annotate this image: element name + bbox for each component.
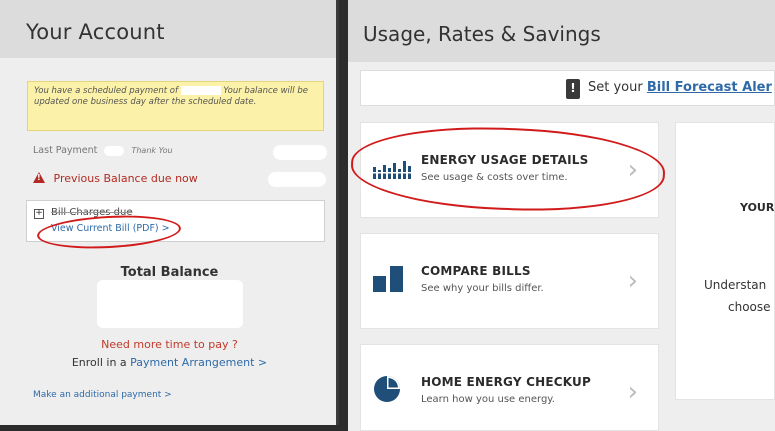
card-subtitle: See usage & costs over time. [421, 172, 568, 183]
need-more-time-text: Need more time to pay ? [101, 338, 238, 351]
total-balance-label: Total Balance [120, 265, 219, 280]
scheduled-payment-notice: You have a scheduled payment of Your bal… [27, 81, 324, 131]
view-current-bill-link[interactable]: View Current Bill (PDF) > [51, 223, 170, 234]
side-card-line-1: Understan [704, 278, 767, 292]
redacted-last-payment-value [273, 145, 327, 160]
bill-charges-box: + Bill Charges due View Current Bill (PD… [26, 200, 325, 242]
home-energy-checkup-card[interactable]: HOME ENERGY CHECKUP Learn how you use en… [360, 344, 659, 431]
previous-balance-row: Previous Balance due now [33, 172, 198, 185]
last-payment-row: Last Payment Thank You [33, 145, 173, 156]
compare-bars-icon [373, 266, 403, 292]
side-card-heading: YOUR [740, 201, 774, 214]
additional-payment-link[interactable]: Make an additional payment > [33, 390, 172, 400]
card-subtitle: Learn how you use energy. [421, 394, 555, 405]
bill-charges-label: Bill Charges due [51, 207, 133, 218]
side-card-content: YOUR Understan choose [676, 123, 774, 399]
bar-chart-icon [373, 161, 411, 179]
payment-arrangement-link[interactable]: Payment Arrangement > [130, 356, 267, 369]
pie-chart-icon [374, 376, 400, 402]
usage-panel: Usage, Rates & Savings ! Set your Bill F… [348, 0, 775, 431]
warning-icon [33, 172, 45, 183]
expand-plus-icon[interactable]: + [34, 209, 44, 219]
last-payment-label: Last Payment [33, 145, 98, 156]
usage-title: Usage, Rates & Savings [348, 0, 775, 62]
thank-you-text: Thank You [131, 146, 173, 155]
notice-text-1: You have a scheduled payment of [34, 86, 178, 96]
card-title: ENERGY USAGE DETAILS [421, 153, 589, 167]
bill-forecast-alert-link[interactable]: Bill Forecast Aler [647, 80, 772, 95]
enroll-prefix: Enroll in a [71, 356, 127, 369]
enroll-row: Enroll in a Payment Arrangement > [0, 356, 339, 369]
compare-bills-card[interactable]: COMPARE BILLS See why your bills differ.… [360, 233, 659, 329]
chevron-right-icon: › [627, 377, 638, 407]
side-card-line-2: choose [728, 300, 771, 314]
card-title: HOME ENERGY CHECKUP [421, 375, 591, 389]
card-title: COMPARE BILLS [421, 264, 531, 278]
account-title: Your Account [0, 0, 336, 58]
redacted-amount [180, 86, 221, 95]
energy-usage-details-card[interactable]: ENERGY USAGE DETAILS See usage & costs o… [360, 122, 659, 218]
previous-balance-label: Previous Balance due now [53, 172, 198, 185]
redacted-previous-balance-value [268, 172, 326, 187]
rate-comparison-card[interactable]: YOUR Understan choose [675, 122, 775, 400]
redacted-payment-amount [104, 145, 125, 156]
phone-alert-icon: ! [566, 79, 580, 99]
chevron-right-icon: › [627, 266, 638, 296]
redacted-total-balance [97, 280, 243, 328]
forecast-prefix: Set your [588, 80, 643, 95]
forecast-text: Set your Bill Forecast Aler [588, 80, 772, 95]
account-panel: Your Account You have a scheduled paymen… [0, 0, 339, 425]
chevron-right-icon: › [627, 155, 638, 185]
card-subtitle: See why your bills differ. [421, 283, 544, 294]
bill-forecast-bar: ! Set your Bill Forecast Aler [360, 70, 775, 106]
